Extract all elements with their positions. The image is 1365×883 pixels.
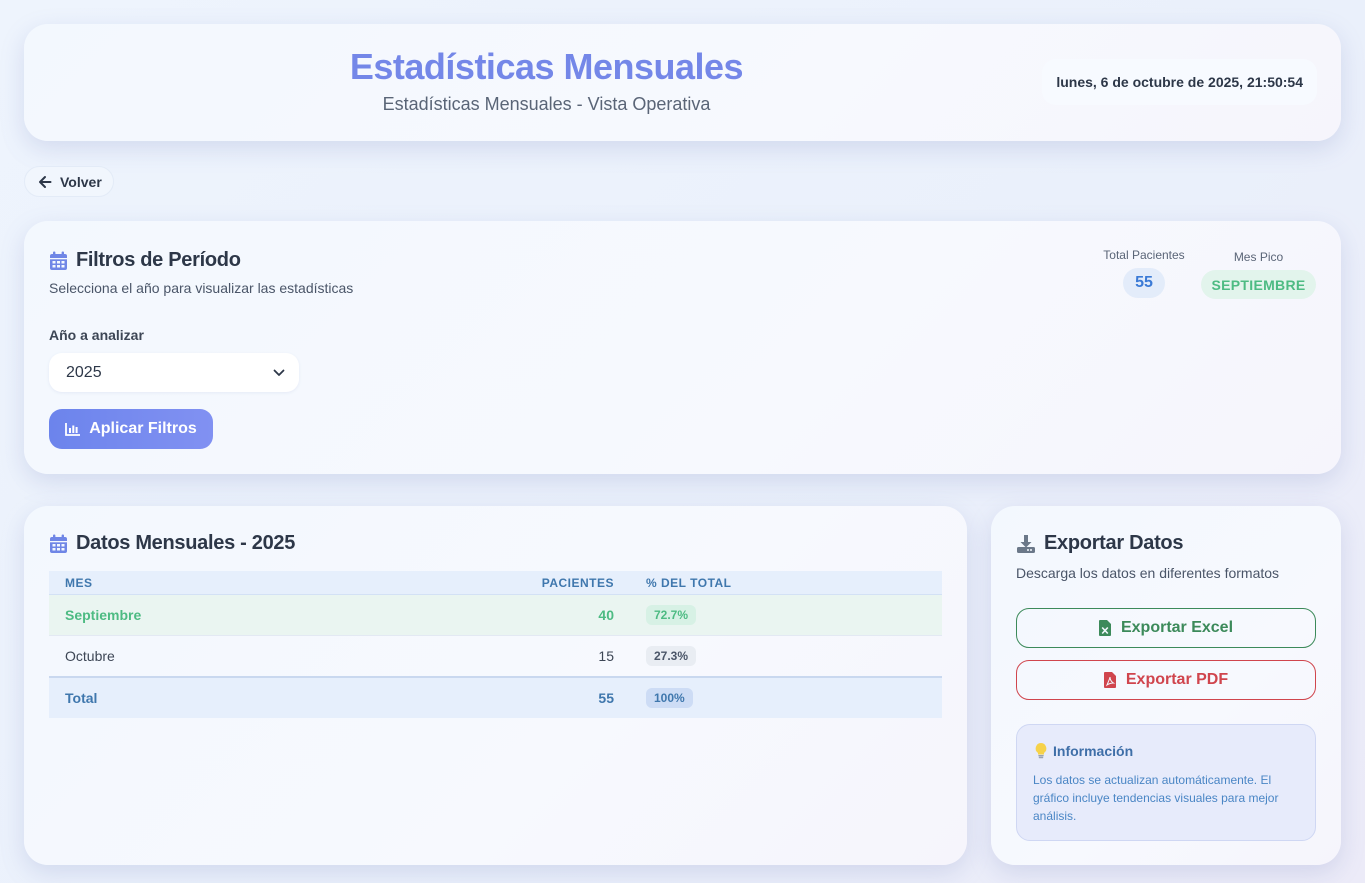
datetime-display: lunes, 6 de octubre de 2025, 21:50:54: [1042, 59, 1317, 105]
row-patients: 15: [598, 648, 614, 664]
info-box: Información Los datos se actualizan auto…: [1016, 724, 1316, 841]
back-button-label: Volver: [60, 173, 102, 190]
monthly-heading: Datos Mensuales - 2025: [49, 532, 295, 555]
file-excel-icon: [1098, 620, 1111, 636]
back-button[interactable]: Volver: [24, 166, 114, 197]
export-pdf-button[interactable]: Exportar PDF: [1016, 660, 1316, 700]
monthly-data-panel: Datos Mensuales - 2025 MES PACIENTES % D…: [24, 506, 967, 865]
table-total-row: Total 55 100%: [49, 677, 942, 718]
total-percent-cell: 100%: [614, 688, 942, 708]
row-percent-cell: 72.7%: [614, 605, 942, 625]
export-pdf-label: Exportar PDF: [1125, 671, 1229, 688]
row-month: Septiembre: [65, 607, 142, 623]
info-heading: Información: [1033, 742, 1299, 759]
arrow-left-icon: [38, 175, 52, 189]
table-row: Octubre 15 27.3%: [49, 636, 942, 677]
page-header: Estadísticas Mensuales Estadísticas Mens…: [24, 24, 1341, 141]
column-header-patients: PACIENTES: [541, 575, 614, 590]
calendar-icon: [49, 534, 68, 554]
column-header-month: MES: [65, 575, 93, 590]
export-heading: Exportar Datos: [1016, 532, 1183, 555]
percent-badge: 100%: [646, 688, 693, 708]
download-icon: [1016, 534, 1036, 554]
info-title: Información: [1053, 742, 1134, 759]
year-select[interactable]: 2025: [49, 353, 299, 392]
total-patients: 55: [598, 690, 614, 706]
calendar-icon: [49, 251, 68, 271]
peak-month-label: Mes Pico: [1233, 250, 1284, 264]
percent-badge: 72.7%: [646, 605, 697, 625]
column-header-percent: % DEL TOTAL: [646, 575, 732, 590]
total-patients-label: Total Pacientes: [1103, 248, 1185, 262]
peak-month-stat: Mes Pico SEPTIEMBRE: [1201, 250, 1316, 299]
peak-month-badge: SEPTIEMBRE: [1201, 270, 1316, 299]
filters-title: Filtros de Período: [76, 249, 241, 271]
filters-description: Selecciona el año para visualizar las es…: [49, 280, 354, 296]
page-title: Estadísticas Mensuales: [349, 46, 744, 87]
row-patients: 40: [598, 607, 614, 623]
table-header: MES PACIENTES % DEL TOTAL: [49, 571, 942, 595]
row-percent-cell: 27.3%: [614, 646, 942, 666]
filters-heading: Filtros de Período: [49, 249, 241, 272]
apply-filters-label: Aplicar Filtros: [89, 420, 197, 437]
filters-panel: Filtros de Período Selecciona el año par…: [24, 221, 1341, 474]
export-title: Exportar Datos: [1044, 532, 1184, 554]
chevron-down-icon: [273, 369, 285, 377]
export-panel: Exportar Datos Descarga los datos en dif…: [991, 506, 1341, 865]
export-description: Descarga los datos en diferentes formato…: [1016, 565, 1280, 581]
monthly-title: Datos Mensuales - 2025: [76, 532, 296, 554]
total-label: Total: [65, 690, 98, 706]
year-label: Año a analizar: [49, 327, 144, 343]
year-select-value: 2025: [66, 363, 102, 381]
percent-badge: 27.3%: [646, 646, 697, 666]
info-text: Los datos se actualizan automáticamente.…: [1033, 773, 1279, 823]
file-pdf-icon: [1103, 672, 1116, 688]
monthly-table: MES PACIENTES % DEL TOTAL Septiembre 40 …: [49, 571, 942, 718]
total-patients-stat: Total Pacientes 55: [1102, 248, 1186, 298]
export-excel-label: Exportar Excel: [1120, 619, 1234, 636]
page-subtitle: Estadísticas Mensuales - Vista Operativa: [382, 94, 711, 114]
lightbulb-icon: [1033, 742, 1049, 759]
total-patients-badge: 55: [1123, 268, 1165, 298]
apply-filters-button[interactable]: Aplicar Filtros: [49, 409, 213, 449]
table-row: Septiembre 40 72.7%: [49, 595, 942, 636]
bar-chart-icon: [65, 422, 81, 436]
export-excel-button[interactable]: Exportar Excel: [1016, 608, 1316, 648]
row-month: Octubre: [65, 648, 115, 664]
